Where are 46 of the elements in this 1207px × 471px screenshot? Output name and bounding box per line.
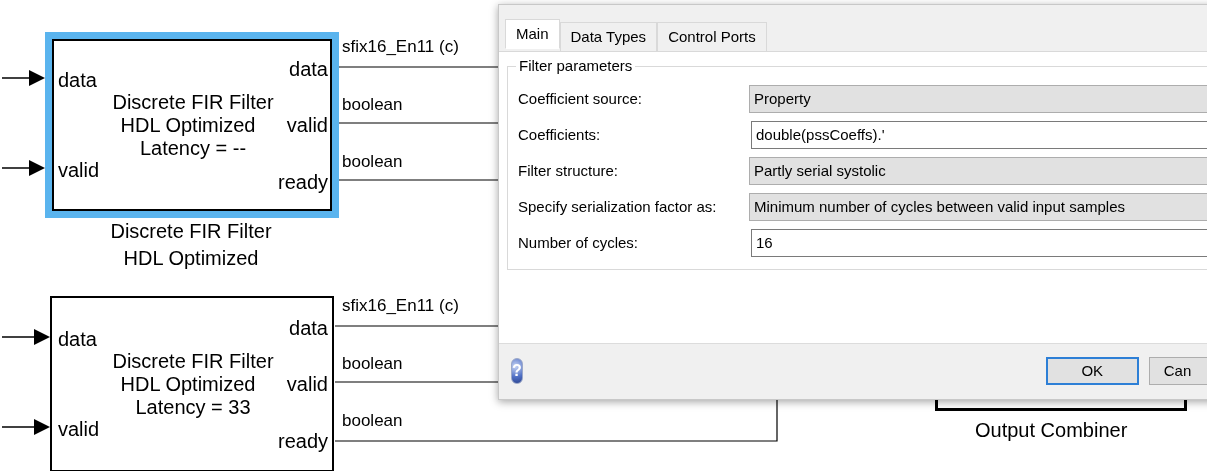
block-caption: Output Combiner bbox=[975, 418, 1128, 442]
port-label: data bbox=[58, 69, 97, 91]
port-label: valid bbox=[58, 159, 100, 181]
port-label: data bbox=[58, 328, 97, 350]
field-label: Specify serialization factor as: bbox=[518, 196, 718, 217]
block-title: HDL Optimized bbox=[120, 373, 256, 395]
field-label: Coefficient source: bbox=[518, 88, 643, 109]
block-caption: Discrete FIR Filter bbox=[110, 219, 272, 243]
block-title: Latency = -- bbox=[139, 137, 247, 159]
tab[interactable]: Main bbox=[505, 19, 560, 49]
block-title: Latency = 33 bbox=[135, 396, 251, 418]
input-field[interactable]: 16 bbox=[751, 229, 1207, 257]
input-field[interactable]: double(pssCoeffs).' bbox=[751, 121, 1207, 149]
block-title: Discrete FIR Filter bbox=[112, 350, 274, 372]
field-label: Filter structure: bbox=[518, 160, 620, 181]
input-arrow bbox=[1, 70, 45, 86]
signal-label: sfix16_En11 (c) bbox=[342, 37, 459, 57]
port-label: ready bbox=[277, 171, 328, 193]
port-label: data bbox=[289, 317, 328, 339]
signal-label: boolean bbox=[342, 152, 403, 172]
port-label: data bbox=[289, 58, 328, 80]
signal-label: boolean bbox=[342, 95, 403, 115]
dialog-button[interactable]: Can bbox=[1148, 357, 1207, 386]
block-caption: HDL Optimized bbox=[123, 246, 259, 270]
port-label: ready bbox=[277, 430, 328, 452]
input-arrow bbox=[1, 329, 50, 345]
dropdown-field[interactable]: Property bbox=[749, 85, 1207, 113]
port-label: valid bbox=[286, 114, 328, 136]
tab[interactable]: Control Ports bbox=[657, 22, 767, 52]
field-label: Number of cycles: bbox=[518, 232, 640, 253]
field-label: Coefficients: bbox=[518, 124, 602, 145]
input-arrow bbox=[1, 419, 50, 435]
dropdown-field[interactable]: Partly serial systolic bbox=[749, 157, 1207, 185]
dialog-button[interactable]: OK bbox=[1045, 357, 1139, 386]
port-label: valid bbox=[58, 418, 100, 440]
signal-label: sfix16_En11 (c) bbox=[342, 296, 459, 316]
block-title: Discrete FIR Filter bbox=[112, 91, 274, 113]
tab[interactable]: Data Types bbox=[559, 22, 658, 52]
block-title: HDL Optimized bbox=[120, 114, 256, 136]
signal-label: boolean bbox=[342, 354, 403, 374]
port-label: valid bbox=[286, 373, 328, 395]
input-arrow bbox=[1, 160, 45, 176]
filter-block[interactable]: data valid data valid ready Discrete FIR Filter HDL Optimized Latency = -- bbox=[45, 32, 339, 218]
signal-label: boolean bbox=[342, 411, 403, 431]
filter-block[interactable]: data valid data valid ready Discrete FIR Filter HDL Optimized Latency = 33 bbox=[50, 296, 334, 471]
dropdown-field[interactable]: Minimum number of cycles between valid input samples bbox=[749, 193, 1207, 221]
